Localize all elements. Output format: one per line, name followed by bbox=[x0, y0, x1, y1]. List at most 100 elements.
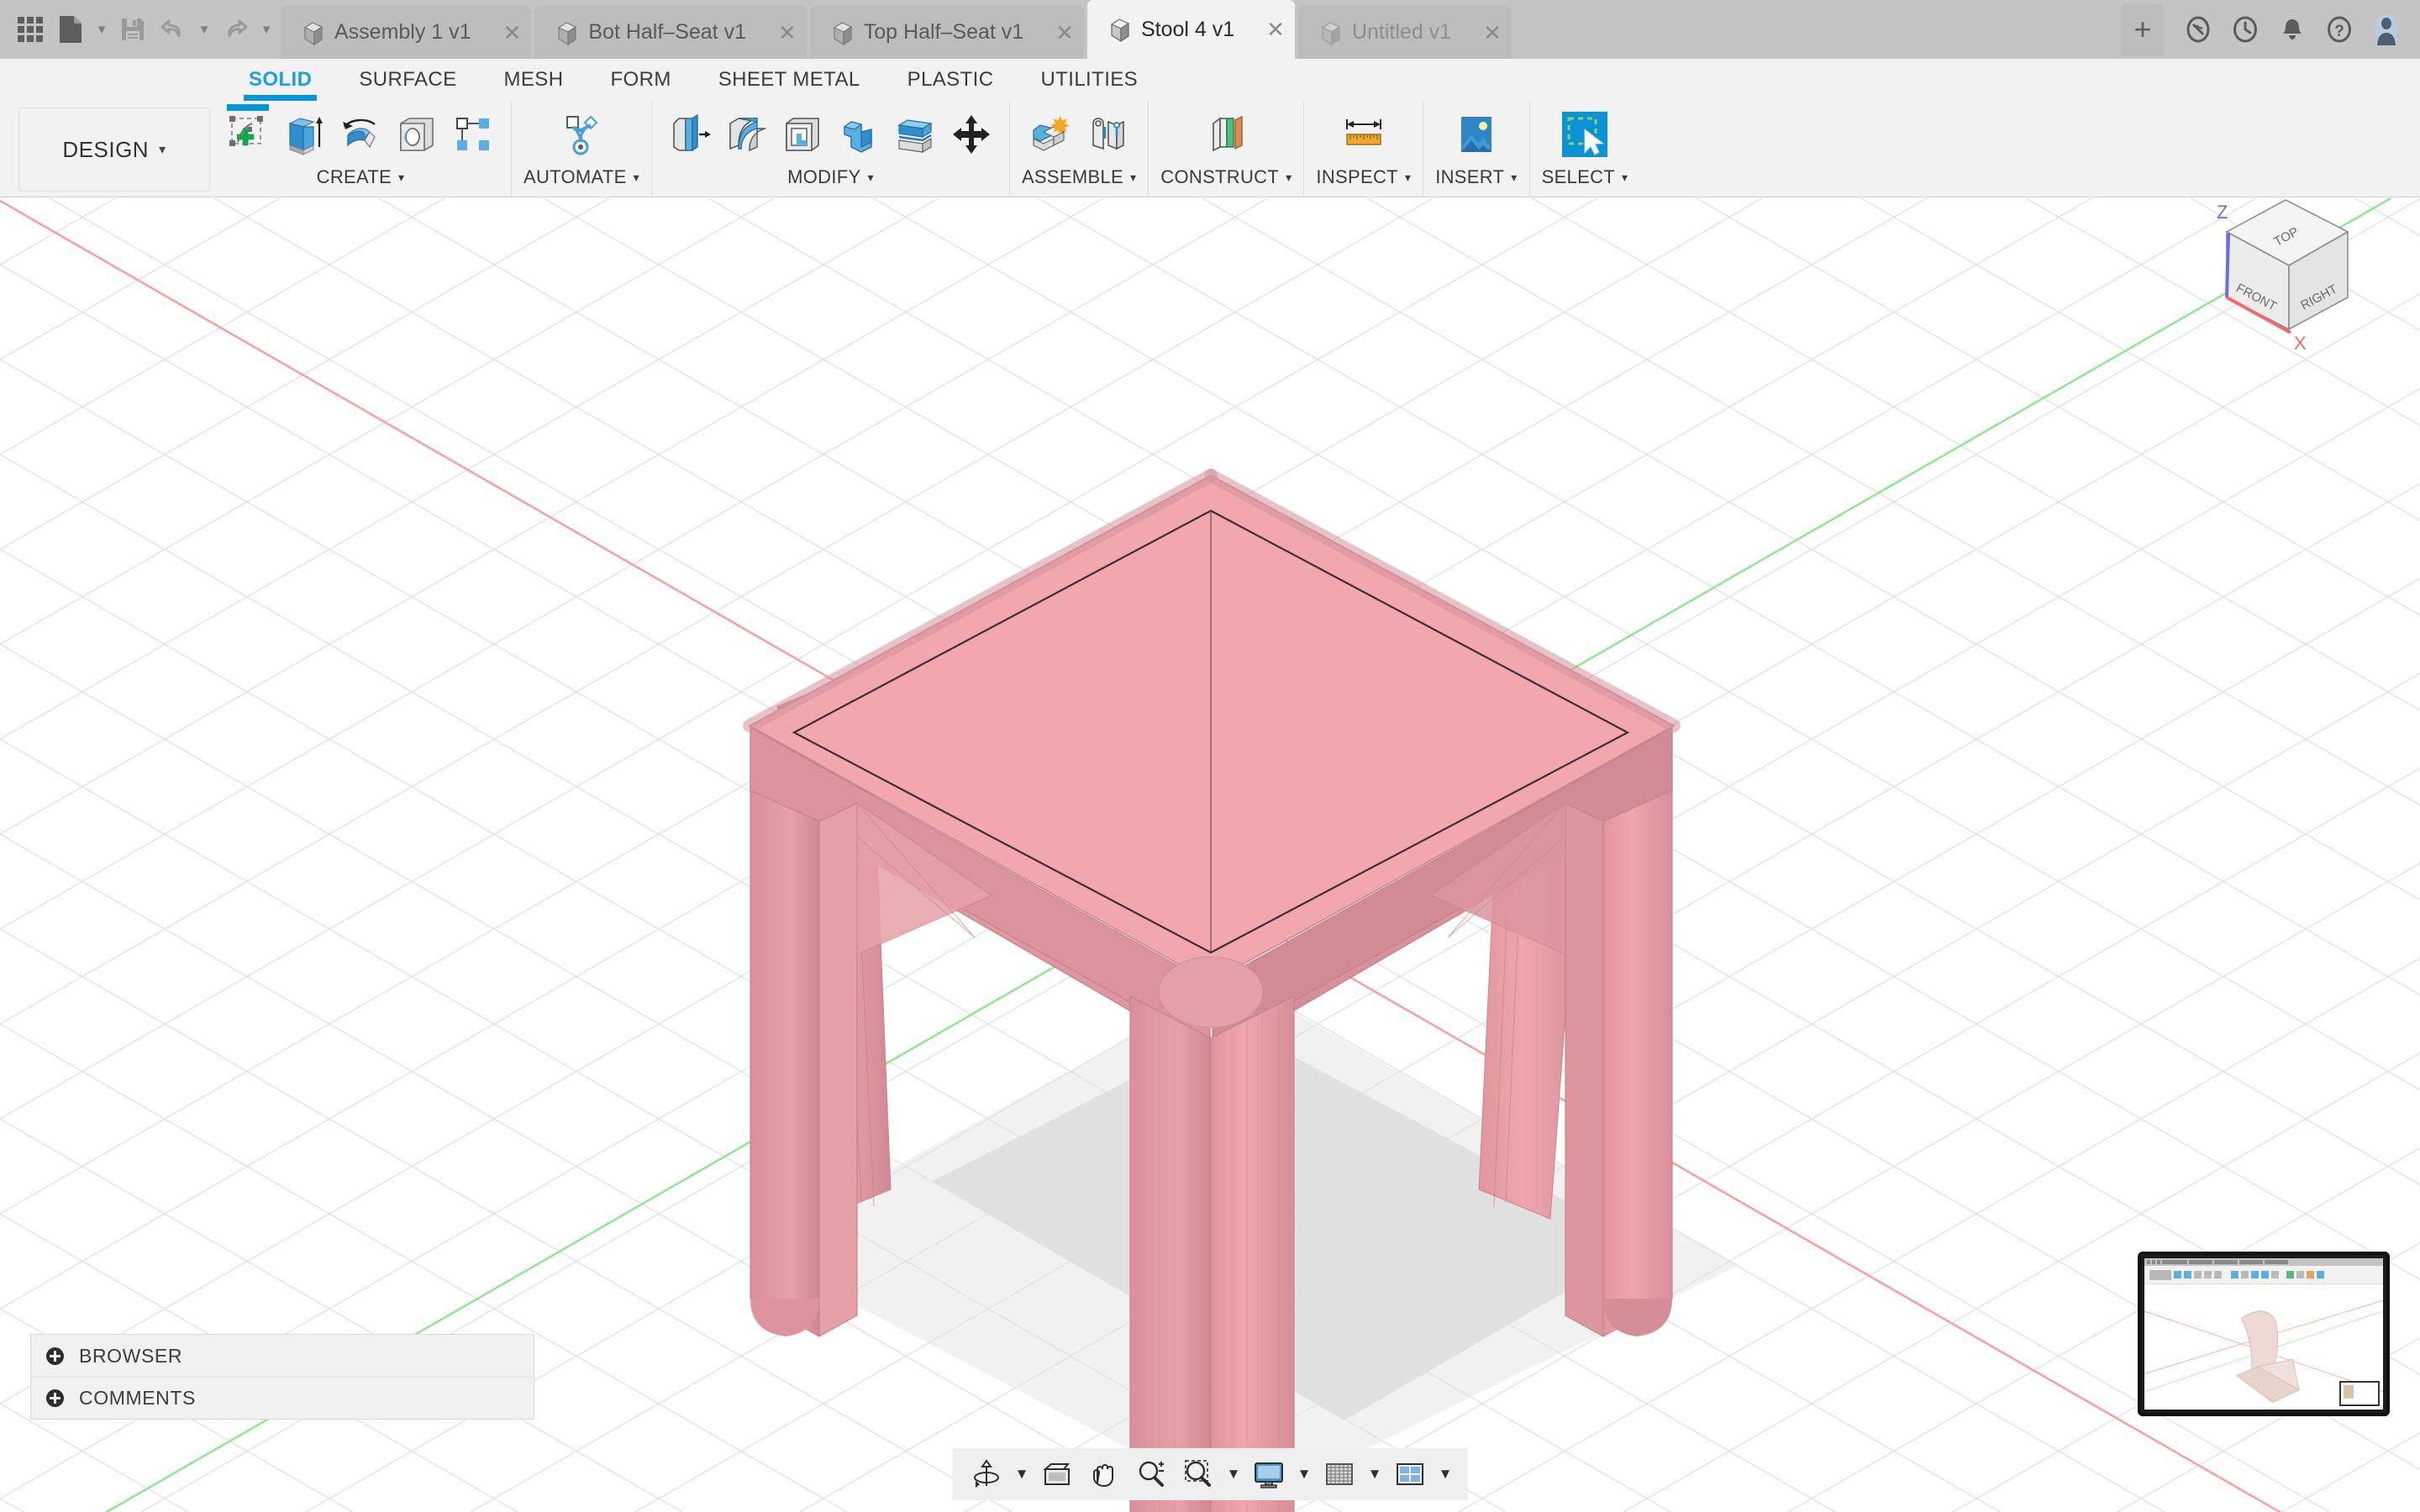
split-face-icon[interactable] bbox=[889, 108, 941, 160]
grid-snaps-caret-icon[interactable]: ▼ bbox=[1364, 1452, 1386, 1497]
display-settings-caret-icon[interactable]: ▼ bbox=[1293, 1452, 1315, 1497]
joint-icon[interactable] bbox=[1081, 108, 1134, 160]
document-tab-close-icon[interactable]: ✕ bbox=[756, 22, 797, 44]
grid-snaps-icon[interactable] bbox=[1317, 1452, 1362, 1497]
viewport-canvas[interactable]: TOP FRONT RIGHT Z X BROWSER COMMENTS ▼ ▼… bbox=[0, 198, 2420, 1512]
zoom-icon[interactable] bbox=[1128, 1452, 1174, 1497]
extrude-icon[interactable] bbox=[278, 108, 330, 160]
shell-icon[interactable] bbox=[776, 108, 829, 160]
title-bar-right-actions: + ? bbox=[2121, 0, 2420, 59]
revolve-icon[interactable] bbox=[334, 108, 387, 160]
document-tab[interactable]: Top Half–Seat v1 ✕ bbox=[809, 6, 1084, 59]
chevron-down-icon: ▾ bbox=[633, 170, 639, 184]
ribbon-tab-sheet-metal[interactable]: SHEET METAL bbox=[695, 59, 884, 101]
chevron-down-icon: ▾ bbox=[1511, 170, 1518, 184]
quick-access-toolbar: ▼ ▼ ▼ bbox=[0, 0, 281, 59]
extensions-icon[interactable] bbox=[2176, 6, 2220, 53]
comments-panel-label: COMMENTS bbox=[79, 1387, 196, 1409]
undo-icon[interactable] bbox=[155, 10, 192, 49]
document-tab[interactable]: Untitled v1 ✕ bbox=[1297, 6, 1512, 59]
document-cube-icon bbox=[303, 21, 324, 45]
look-at-icon[interactable] bbox=[1034, 1452, 1080, 1497]
save-icon[interactable] bbox=[114, 10, 151, 49]
ribbon-tab-mesh[interactable]: MESH bbox=[481, 59, 587, 101]
new-document-tab-button[interactable]: + bbox=[2121, 3, 2165, 56]
ribbon-tab-surface[interactable]: SURFACE bbox=[335, 59, 480, 101]
ribbon-panels: DESIGN ▾ CREATE ▾ AUTOMATE ▾ MODIFY ▾ AS… bbox=[0, 101, 2420, 197]
select-tool-icon[interactable] bbox=[1559, 108, 1611, 160]
app-grid-icon[interactable] bbox=[12, 10, 49, 49]
zoom-window-caret-icon[interactable]: ▼ bbox=[1223, 1452, 1244, 1497]
ribbon-panel-modify: MODIFY ▾ bbox=[650, 101, 1009, 197]
job-status-icon[interactable] bbox=[2223, 6, 2267, 53]
account-avatar[interactable] bbox=[2365, 6, 2408, 53]
chevron-down-icon: ▾ bbox=[398, 170, 405, 184]
workspace-label: DESIGN bbox=[62, 136, 150, 162]
ribbon-tab-form[interactable]: FORM bbox=[587, 59, 694, 101]
document-tab[interactable]: Bot Half–Seat v1 ✕ bbox=[534, 6, 807, 59]
chevron-down-icon: ▾ bbox=[159, 143, 166, 157]
viewcube-axis-z: Z bbox=[2217, 202, 2228, 223]
screenshot-thumbnail[interactable] bbox=[2138, 1252, 2390, 1416]
orbit-caret-icon[interactable]: ▼ bbox=[1011, 1452, 1033, 1497]
display-settings-icon[interactable] bbox=[1246, 1452, 1292, 1497]
offset-plane-icon[interactable] bbox=[1200, 108, 1252, 160]
document-cube-icon bbox=[1110, 18, 1130, 42]
document-tab-label: Top Half–Seat v1 bbox=[863, 20, 1024, 44]
comments-panel-header[interactable]: COMMENTS bbox=[31, 1377, 534, 1419]
viewports-icon[interactable] bbox=[1387, 1452, 1433, 1497]
viewcube-axis-x: X bbox=[2294, 333, 2307, 354]
measure-icon[interactable] bbox=[1338, 108, 1390, 160]
hole-icon[interactable] bbox=[391, 108, 443, 160]
redo-icon[interactable] bbox=[217, 10, 254, 49]
plus-circle-icon[interactable] bbox=[46, 1389, 64, 1407]
chevron-down-icon: ▾ bbox=[1286, 170, 1292, 184]
document-tab-close-icon[interactable]: ✕ bbox=[481, 22, 522, 44]
ribbon-panel-create: CREATE ▾ bbox=[210, 101, 511, 197]
panel-label-automate: AUTOMATE bbox=[523, 166, 627, 187]
browser-panel-label: BROWSER bbox=[79, 1344, 183, 1367]
workspace-switcher[interactable]: DESIGN ▾ bbox=[18, 108, 210, 192]
insert-image-icon[interactable] bbox=[1450, 108, 1502, 160]
ribbon-panel-assemble: ASSEMBLE ▾ bbox=[1008, 101, 1148, 197]
document-tab-active[interactable]: Stool 4 v1 ✕ bbox=[1086, 0, 1295, 59]
stool-model[interactable] bbox=[0, 198, 2420, 1512]
rectangular-pattern-icon[interactable] bbox=[447, 108, 499, 160]
document-cube-icon bbox=[558, 21, 577, 45]
document-tab-close-icon[interactable]: ✕ bbox=[1034, 22, 1074, 44]
fillet-icon[interactable] bbox=[720, 108, 772, 160]
viewports-caret-icon[interactable]: ▼ bbox=[1434, 1452, 1456, 1497]
orbit-icon[interactable] bbox=[964, 1452, 1009, 1497]
thumbnail-inset bbox=[2339, 1381, 2380, 1406]
help-icon[interactable]: ? bbox=[2317, 6, 2361, 53]
ribbon-tab-utilities[interactable]: UTILITIES bbox=[1017, 59, 1161, 101]
new-component-icon[interactable] bbox=[1025, 108, 1077, 160]
file-caret-icon[interactable]: ▼ bbox=[92, 10, 111, 49]
chevron-down-icon: ▾ bbox=[1622, 170, 1628, 184]
document-tab-strip: Assembly 1 v1 ✕ Bot Half–Seat v1 ✕ Top H… bbox=[281, 0, 1515, 59]
automated-modeling-icon[interactable] bbox=[555, 108, 608, 160]
notifications-icon[interactable] bbox=[2270, 6, 2314, 53]
panel-label-assemble: ASSEMBLE bbox=[1021, 166, 1123, 187]
document-tab-close-icon[interactable]: ✕ bbox=[1461, 22, 1502, 44]
ribbon-panel-insert: INSERT ▾ bbox=[1423, 101, 1528, 197]
file-icon[interactable] bbox=[52, 10, 89, 49]
chevron-down-icon: ▾ bbox=[1404, 170, 1412, 184]
view-cube[interactable]: TOP FRONT RIGHT Z X bbox=[2168, 198, 2403, 383]
combine-icon[interactable] bbox=[833, 108, 885, 160]
undo-caret-icon[interactable]: ▼ bbox=[195, 10, 213, 49]
create-sketch-icon[interactable] bbox=[222, 104, 274, 160]
browser-panel-header[interactable]: BROWSER bbox=[31, 1335, 534, 1377]
document-tab-close-icon[interactable]: ✕ bbox=[1244, 18, 1285, 40]
ribbon-tab-solid[interactable]: SOLID bbox=[225, 59, 335, 101]
pan-icon[interactable] bbox=[1081, 1452, 1127, 1497]
svg-text:?: ? bbox=[2334, 23, 2344, 40]
plus-circle-icon[interactable] bbox=[46, 1347, 64, 1365]
redo-caret-icon[interactable]: ▼ bbox=[257, 10, 276, 49]
ribbon-tab-plastic[interactable]: PLASTIC bbox=[884, 59, 1018, 101]
zoom-window-icon[interactable] bbox=[1176, 1452, 1221, 1497]
move-copy-icon[interactable] bbox=[945, 108, 997, 160]
document-tab[interactable]: Assembly 1 v1 ✕ bbox=[281, 6, 532, 59]
ribbon-panel-inspect: INSPECT ▾ bbox=[1303, 101, 1423, 197]
press-pull-icon[interactable] bbox=[664, 108, 716, 160]
